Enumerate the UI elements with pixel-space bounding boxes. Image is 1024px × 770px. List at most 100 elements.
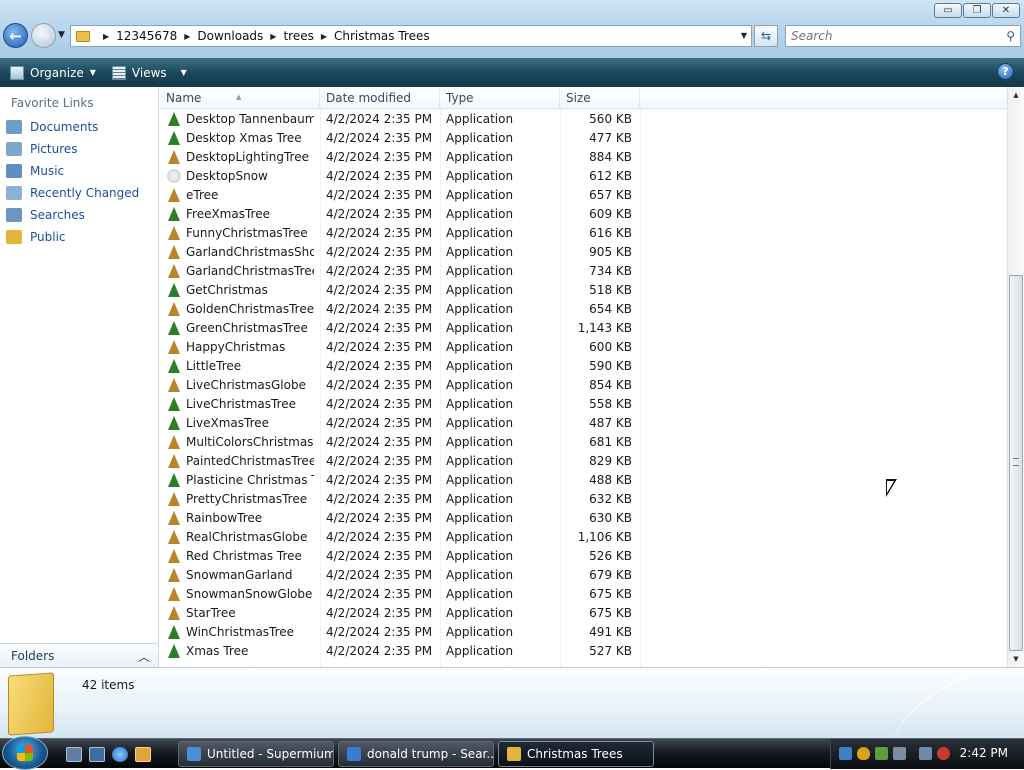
file-row[interactable]: MultiColorsChristmas... 4/2/2024 2:35 PM A…	[160, 433, 640, 452]
sidebar-item-music[interactable]: Music	[6, 161, 64, 181]
start-button[interactable]	[2, 736, 48, 770]
breadcrumb-item[interactable]: 12345678 ▶	[116, 29, 197, 43]
column-header-type[interactable]: Type	[440, 87, 560, 109]
file-row[interactable]: DesktopSnow 4/2/2024 2:35 PM Application 61…	[160, 167, 640, 186]
views-button[interactable]: Views ▼	[106, 62, 193, 84]
column-header-name[interactable]: Name ▲	[160, 87, 320, 109]
file-row[interactable]: LiveXmasTree 4/2/2024 2:35 PM Application 4…	[160, 414, 640, 433]
search-icon[interactable]: ⚲	[1006, 29, 1015, 43]
file-list: Name ▲ Date modified Type Size Desktop Ta…	[160, 87, 1007, 667]
chevron-right-icon[interactable]: ▶	[103, 32, 109, 41]
network-connection-icon[interactable]	[919, 747, 932, 760]
file-date: 4/2/2024 2:35 PM	[326, 511, 433, 525]
column-header-date[interactable]: Date modified	[320, 87, 440, 109]
file-row[interactable]: GreenChristmasTree 4/2/2024 2:35 PM Applic…	[160, 319, 640, 338]
sidebar-item-searches[interactable]: Searches	[6, 205, 85, 225]
file-row[interactable]: StarTree 4/2/2024 2:35 PM Application 675 K…	[160, 604, 640, 623]
refresh-button[interactable]: ⇆	[754, 25, 778, 47]
file-row[interactable]: RealChristmasGlobe 4/2/2024 2:35 PM Applic…	[160, 528, 640, 547]
breadcrumb-item[interactable]: Downloads ▶	[197, 29, 283, 43]
search-box[interactable]: ⚲	[785, 25, 1021, 47]
forward-button[interactable]: →	[31, 23, 56, 48]
views-label: Views	[131, 65, 167, 80]
file-row[interactable]: GetChristmas 4/2/2024 2:35 PM Application 5…	[160, 281, 640, 300]
file-row[interactable]: GarlandChristmasShow 4/2/2024 2:35 PM Appl…	[160, 243, 640, 262]
file-row[interactable]: PrettyChristmasTree 4/2/2024 2:35 PM Appli…	[160, 490, 640, 509]
pictures-icon	[6, 142, 22, 156]
file-row[interactable]: SnowmanSnowGlobe 4/2/2024 2:35 PM Applicat…	[160, 585, 640, 604]
file-size: 488 KB	[589, 473, 632, 487]
scroll-up-icon[interactable]: ▲	[1008, 87, 1024, 103]
file-row[interactable]: GoldenChristmasTree 4/2/2024 2:35 PM Appli…	[160, 300, 640, 319]
sidebar-item-public[interactable]: Public	[6, 227, 66, 247]
chevron-right-icon[interactable]: ▶	[184, 32, 190, 41]
file-row[interactable]: Desktop Xmas Tree 4/2/2024 2:35 PM Applica…	[160, 129, 640, 148]
file-row[interactable]: RainbowTree 4/2/2024 2:35 PM Application 63…	[160, 509, 640, 528]
breadcrumb-root[interactable]: ▶	[96, 32, 116, 41]
media-player-icon[interactable]	[135, 747, 151, 762]
file-row[interactable]: Desktop Tannenbaum 4/2/2024 2:35 PM Applic…	[160, 110, 640, 129]
file-date: 4/2/2024 2:35 PM	[326, 378, 433, 392]
file-row[interactable]: Plasticine Christmas Tr... 4/2/2024 2:35 …	[160, 471, 640, 490]
file-row[interactable]: SnowmanGarland 4/2/2024 2:35 PM Applicatio…	[160, 566, 640, 585]
sidebar-item-pictures[interactable]: Pictures	[6, 139, 78, 159]
file-row[interactable]: FunnyChristmasTree 4/2/2024 2:35 PM Applic…	[160, 224, 640, 243]
address-dropdown-icon[interactable]: ▼	[741, 31, 747, 40]
recent-pages-dropdown-icon[interactable]: ▼	[58, 30, 65, 40]
vertical-scrollbar[interactable]: ▲ ▼	[1007, 87, 1024, 667]
chevron-right-icon[interactable]: ▶	[270, 32, 276, 41]
file-row[interactable]: LittleTree 4/2/2024 2:35 PM Application 590…	[160, 357, 640, 376]
file-row[interactable]: PaintedChristmasTree 4/2/2024 2:35 PM Appl…	[160, 452, 640, 471]
breadcrumb-item[interactable]: trees ▶	[283, 29, 334, 43]
switch-windows-icon[interactable]	[89, 747, 105, 762]
internet-explorer-icon[interactable]	[112, 747, 128, 762]
breadcrumb-label: Christmas Trees	[334, 29, 430, 43]
update-tray-icon[interactable]	[875, 747, 888, 760]
chevron-down-icon[interactable]: ▼	[181, 68, 187, 77]
file-row[interactable]: LiveChristmasTree 4/2/2024 2:35 PM Applica…	[160, 395, 640, 414]
folders-toggle[interactable]: Folders ︿	[0, 643, 158, 667]
scroll-thumb[interactable]	[1009, 275, 1023, 651]
file-row[interactable]: eTree 4/2/2024 2:35 PM Application 657 KB	[160, 186, 640, 205]
chevron-right-icon[interactable]: ▶	[321, 32, 327, 41]
file-row[interactable]: DesktopLightingTree 4/2/2024 2:35 PM Appli…	[160, 148, 640, 167]
search-input[interactable]	[786, 26, 986, 46]
taskbar-button[interactable]: donald trump - Sear...	[338, 741, 494, 767]
file-type: Application	[446, 169, 514, 183]
file-name: SnowmanGarland	[186, 568, 293, 582]
taskbar-button[interactable]: Untitled - Supermium	[178, 741, 334, 767]
file-row[interactable]: HappyChristmas 4/2/2024 2:35 PM Applicatio…	[160, 338, 640, 357]
sidebar-item-recently-changed[interactable]: Recently Changed	[6, 183, 139, 203]
help-button[interactable]: ?	[997, 63, 1014, 80]
network-tray-icon[interactable]	[839, 747, 852, 760]
security-shield-icon[interactable]	[857, 747, 870, 760]
file-row[interactable]: WinChristmasTree 4/2/2024 2:35 PM Applicat…	[160, 623, 640, 642]
taskbar-button[interactable]: Christmas Trees	[498, 741, 654, 767]
maximize-button[interactable]: ❐	[963, 3, 991, 18]
file-size: 654 KB	[589, 302, 632, 316]
file-row[interactable]: LiveChristmasGlobe 4/2/2024 2:35 PM Applic…	[160, 376, 640, 395]
chevron-up-icon[interactable]: ︿	[138, 648, 150, 665]
show-desktop-icon[interactable]	[66, 747, 82, 762]
christmas-tree-app-icon	[168, 340, 180, 354]
file-date: 4/2/2024 2:35 PM	[326, 625, 433, 639]
minimize-button[interactable]: ▭	[934, 3, 962, 18]
file-row[interactable]: GarlandChristmasTree 4/2/2024 2:35 PM Appl…	[160, 262, 640, 281]
file-row[interactable]: Red Christmas Tree 4/2/2024 2:35 PM Applic…	[160, 547, 640, 566]
file-date: 4/2/2024 2:35 PM	[326, 492, 433, 506]
address-bar[interactable]: ▶ 12345678 ▶ Downloads ▶ trees ▶ Christmas …	[70, 25, 752, 47]
file-date: 4/2/2024 2:35 PM	[326, 416, 433, 430]
breadcrumb-item[interactable]: Christmas Trees	[334, 29, 430, 43]
file-row[interactable]: FreeXmasTree 4/2/2024 2:35 PM Application 6…	[160, 205, 640, 224]
scroll-down-icon[interactable]: ▼	[1008, 651, 1024, 667]
back-button[interactable]: ←	[3, 23, 28, 48]
volume-muted-icon[interactable]	[937, 747, 950, 760]
clock[interactable]: 2:42 PM	[960, 746, 1008, 760]
file-row[interactable]: Xmas Tree 4/2/2024 2:35 PM Application 527 …	[160, 642, 640, 661]
close-button[interactable]: ✕	[992, 3, 1020, 18]
column-header-size[interactable]: Size	[560, 87, 640, 109]
organize-button[interactable]: Organize ▼	[4, 62, 102, 84]
file-date: 4/2/2024 2:35 PM	[326, 150, 433, 164]
sidebar-item-documents[interactable]: Documents	[6, 117, 98, 137]
device-tray-icon[interactable]	[893, 747, 906, 760]
